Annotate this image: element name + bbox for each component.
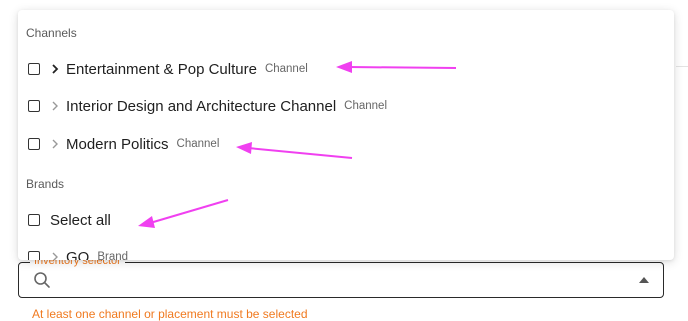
validation-error: At least one channel or placement must b… — [32, 307, 308, 321]
group-header-channels: Channels — [26, 26, 77, 40]
chevron-right-icon[interactable] — [50, 63, 60, 75]
chevron-right-icon[interactable] — [50, 138, 60, 150]
option-label: GQ — [66, 248, 90, 261]
chevron-right-icon[interactable] — [50, 251, 60, 260]
option-label: Entertainment & Pop Culture — [66, 60, 257, 78]
search-icon — [34, 272, 50, 288]
option-type-tag: Channel — [344, 100, 387, 112]
dropdown-menu: Channels Entertainment & Pop Culture Cha… — [18, 10, 674, 260]
background-divider — [676, 66, 688, 67]
option-modern-politics[interactable]: Modern Politics Channel — [28, 132, 219, 156]
option-entertainment-pop-culture[interactable]: Entertainment & Pop Culture Channel — [28, 57, 308, 81]
group-header-brands: Brands — [26, 177, 65, 191]
caret-up-icon[interactable] — [639, 277, 649, 283]
option-label: Modern Politics — [66, 135, 169, 153]
checkbox[interactable] — [28, 138, 40, 150]
checkbox[interactable] — [28, 214, 40, 226]
inventory-selector-input[interactable] — [18, 262, 664, 298]
checkbox[interactable] — [28, 251, 40, 260]
option-type-tag: Brand — [97, 251, 129, 260]
option-brand-gq[interactable]: GQ Brand — [28, 245, 128, 260]
option-label: Select all — [50, 211, 111, 229]
chevron-right-icon[interactable] — [50, 100, 60, 112]
checkbox[interactable] — [28, 100, 40, 112]
option-select-all[interactable]: Select all — [28, 208, 111, 232]
option-interior-design[interactable]: Interior Design and Architecture Channel… — [28, 94, 387, 118]
option-label: Interior Design and Architecture Channel — [66, 97, 337, 115]
option-type-tag: Channel — [264, 63, 308, 75]
option-type-tag: Channel — [176, 138, 220, 150]
checkbox[interactable] — [28, 63, 40, 75]
